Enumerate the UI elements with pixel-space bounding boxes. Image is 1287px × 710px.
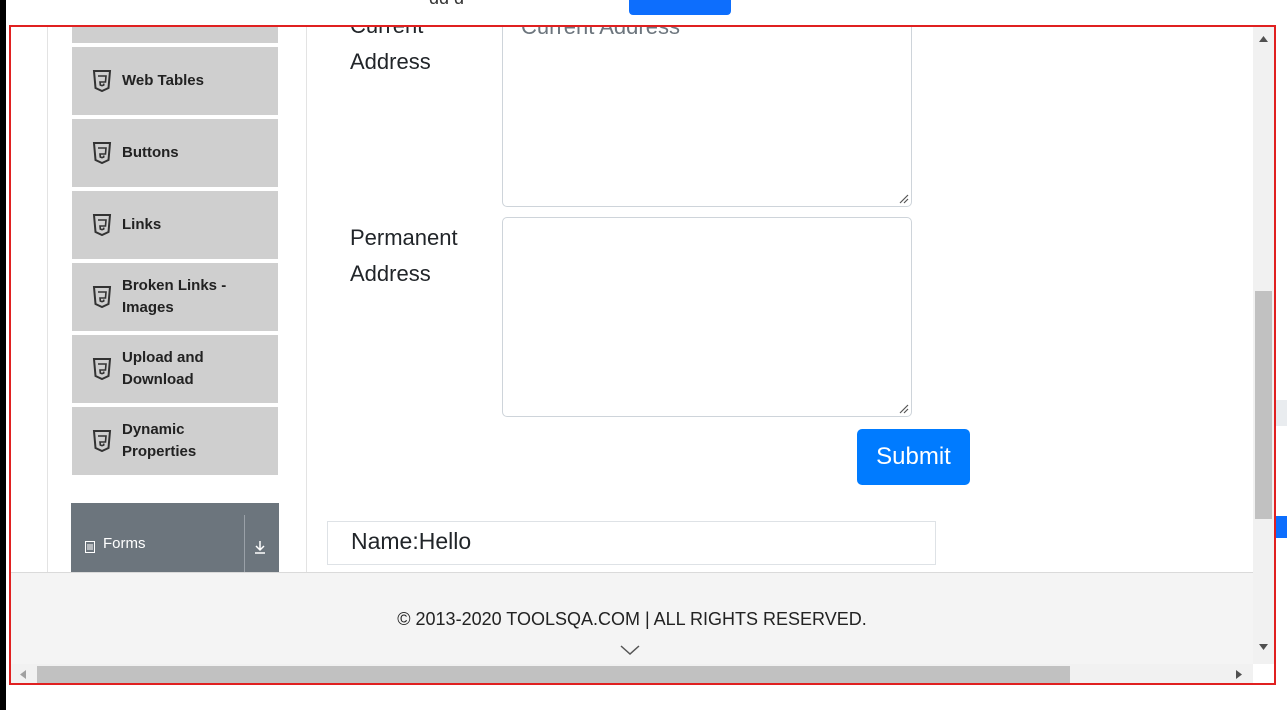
sidebar-item-label: Buttons bbox=[122, 144, 179, 161]
html5-icon bbox=[92, 430, 112, 452]
output-box: Name:Hello bbox=[327, 521, 936, 565]
horizontal-scroll-thumb[interactable] bbox=[37, 666, 1070, 683]
output-name: Name:Hello bbox=[351, 528, 472, 554]
group-divider bbox=[244, 515, 245, 572]
resize-grip-icon[interactable] bbox=[897, 402, 909, 414]
sidebar-item-partial[interactable] bbox=[72, 27, 278, 45]
arrow-down-icon[interactable] bbox=[253, 539, 267, 555]
submit-button[interactable]: Submit bbox=[857, 429, 970, 485]
footer: © 2013-2020 TOOLSQA.COM | ALL RIGHTS RES… bbox=[11, 572, 1253, 664]
top-strip: gg g bbox=[6, 0, 1287, 25]
sidebar-group-label: Forms bbox=[103, 535, 146, 552]
scroll-right-arrow-icon[interactable] bbox=[1235, 669, 1243, 680]
offscreen-fragment bbox=[1276, 516, 1287, 538]
sidebar-item-label: Links bbox=[122, 216, 162, 233]
page-frame: Web Tables Buttons Links Broken Links - … bbox=[9, 25, 1276, 685]
resize-grip-icon[interactable] bbox=[897, 192, 909, 204]
chevron-down-icon[interactable] bbox=[619, 643, 641, 657]
html5-icon bbox=[92, 142, 112, 164]
html5-icon bbox=[92, 358, 112, 380]
sidebar-item-label: Upload and Download bbox=[122, 349, 204, 388]
html5-icon bbox=[92, 286, 112, 308]
horizontal-scrollbar[interactable] bbox=[11, 664, 1253, 683]
sidebar-item-upload-download[interactable]: Upload and Download bbox=[72, 335, 278, 405]
vertical-scrollbar[interactable] bbox=[1253, 27, 1274, 664]
sidebar-item-dynamic-properties[interactable]: Dynamic Properties bbox=[72, 407, 278, 477]
form-icon bbox=[85, 541, 95, 553]
window-left-edge bbox=[0, 0, 6, 710]
top-cut-text: gg g bbox=[429, 0, 509, 4]
sidebar-item-label: Web Tables bbox=[122, 72, 204, 89]
sidebar-group-forms[interactable]: Forms bbox=[71, 503, 279, 572]
sidebar-item-web-tables[interactable]: Web Tables bbox=[72, 47, 278, 117]
page-viewport: Web Tables Buttons Links Broken Links - … bbox=[11, 27, 1253, 572]
html5-icon bbox=[92, 214, 112, 236]
top-cut-button[interactable] bbox=[629, 0, 731, 15]
scroll-down-arrow-icon[interactable] bbox=[1258, 643, 1269, 651]
current-address-input[interactable]: Current Address bbox=[502, 27, 912, 207]
scroll-up-arrow-icon[interactable] bbox=[1258, 35, 1269, 43]
sidebar-item-broken-links[interactable]: Broken Links - Images bbox=[72, 263, 278, 333]
html5-icon bbox=[92, 70, 112, 92]
offscreen-fragment bbox=[1276, 400, 1287, 426]
permanent-address-input[interactable] bbox=[502, 217, 912, 417]
permanent-address-label: Permanent Address bbox=[350, 225, 458, 286]
scroll-left-arrow-icon[interactable] bbox=[19, 669, 27, 680]
sidebar-item-links[interactable]: Links bbox=[72, 191, 278, 261]
sidebar-item-buttons[interactable]: Buttons bbox=[72, 119, 278, 189]
footer-copyright: © 2013-2020 TOOLSQA.COM | ALL RIGHTS RES… bbox=[397, 609, 867, 629]
sidebar-item-label: Dynamic Properties bbox=[122, 421, 197, 460]
current-address-placeholder: Current Address bbox=[521, 27, 680, 40]
current-address-label: Current Address bbox=[350, 27, 431, 74]
sidebar-item-label: Broken Links - Images bbox=[122, 277, 227, 316]
left-panel: Web Tables Buttons Links Broken Links - … bbox=[47, 27, 307, 572]
vertical-scroll-thumb[interactable] bbox=[1255, 291, 1272, 519]
